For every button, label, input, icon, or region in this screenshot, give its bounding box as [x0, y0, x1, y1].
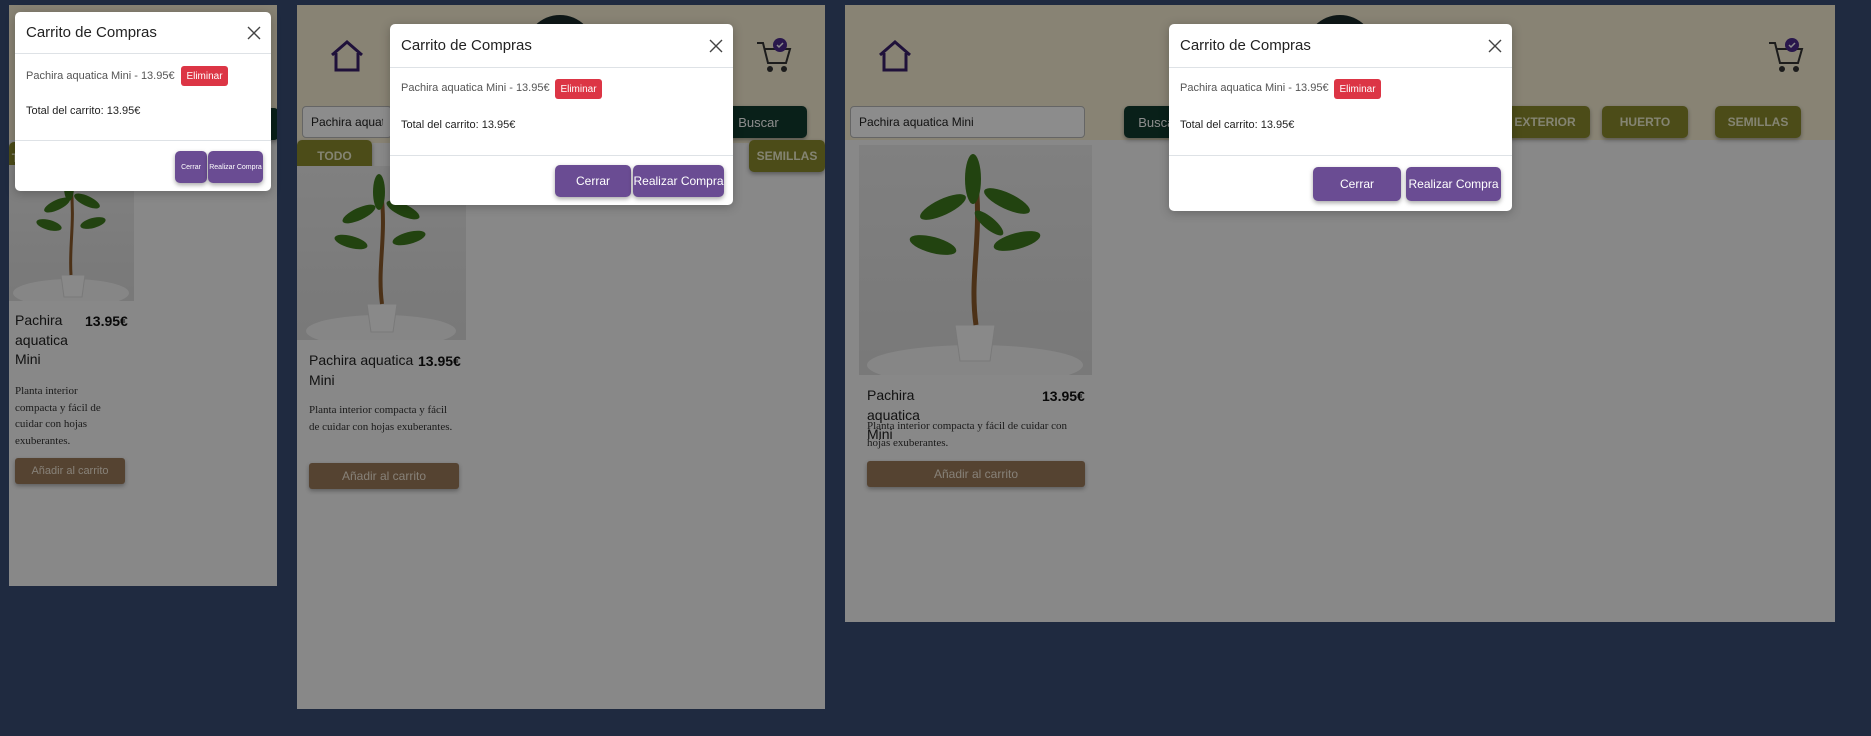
cart-modal: Carrito de Compras Pachira aquatica Mini…: [15, 12, 271, 191]
modal-header: Carrito de Compras: [15, 12, 271, 54]
close-icon[interactable]: [709, 39, 723, 53]
checkout-button[interactable]: Realizar Compra: [1406, 167, 1501, 201]
close-icon[interactable]: [247, 26, 261, 40]
cart-total: Total del carrito: 13.95€: [401, 119, 516, 131]
close-icon[interactable]: [1488, 39, 1502, 53]
cart-item-text: Pachira aquatica Mini - 13.95€: [401, 82, 550, 94]
cart-total: Total del carrito: 13.95€: [26, 105, 141, 117]
modal-header: Carrito de Compras: [1169, 24, 1512, 68]
modal-title: Carrito de Compras: [401, 37, 532, 54]
modal-header: Carrito de Compras: [390, 24, 733, 68]
remove-item-button[interactable]: Eliminar: [181, 66, 228, 86]
cart-item-text: Pachira aquatica Mini - 13.95€: [1180, 82, 1329, 94]
checkout-button[interactable]: Realizar Compra: [633, 165, 724, 197]
remove-item-button[interactable]: Eliminar: [1334, 79, 1381, 99]
close-modal-button[interactable]: Cerrar: [555, 165, 631, 197]
cart-item-text: Pachira aquatica Mini - 13.95€: [26, 70, 175, 82]
cart-total: Total del carrito: 13.95€: [1180, 119, 1295, 131]
modal-title: Carrito de Compras: [26, 24, 157, 41]
cart-modal: Carrito de Compras Pachira aquatica Mini…: [390, 24, 733, 205]
remove-item-button[interactable]: Eliminar: [555, 79, 602, 99]
close-modal-button[interactable]: Cerrar: [1313, 167, 1401, 201]
checkout-button[interactable]: Realizar Compra: [208, 151, 263, 183]
close-modal-button[interactable]: Cerrar: [175, 151, 207, 183]
modal-title: Carrito de Compras: [1180, 37, 1311, 54]
cart-modal: Carrito de Compras Pachira aquatica Mini…: [1169, 24, 1512, 211]
